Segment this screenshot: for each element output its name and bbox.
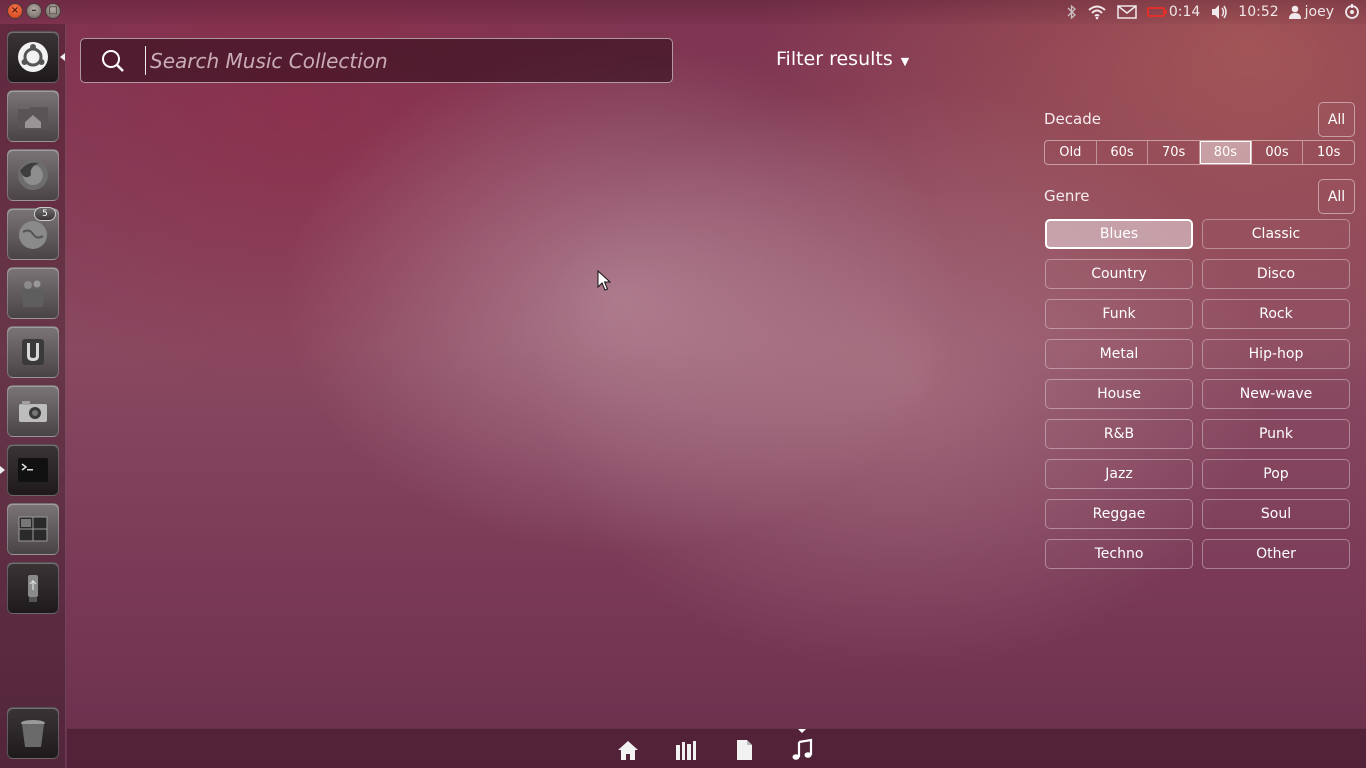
search-bar [80,38,673,83]
decade-all-button[interactable]: All [1318,102,1355,137]
battery-indicator[interactable]: 0:14 [1146,4,1201,20]
chevron-down-icon: ▼ [900,54,910,68]
decade-selector: Old 60s 70s 80s 00s 10s [1044,140,1355,165]
music-lens-icon[interactable] [789,737,815,763]
decade-title: Decade [1044,110,1101,128]
genre-option-selected[interactable]: Blues [1045,219,1193,249]
genre-option[interactable]: Reggae [1045,499,1193,529]
launcher-ubuntu-one[interactable] [7,326,59,378]
home-lens-icon[interactable] [615,737,641,763]
close-icon[interactable]: × [7,3,23,19]
system-tray: 0:14 10:52 joey [1067,0,1360,24]
session-icon[interactable] [1344,0,1360,24]
launcher-cheese[interactable] [7,385,59,437]
decade-option-selected[interactable]: 80s [1200,141,1252,164]
user-menu[interactable]: joey [1288,4,1334,20]
minimize-icon[interactable]: – [26,3,42,19]
volume-icon[interactable] [1210,0,1228,24]
firefox-icon [18,160,48,190]
genre-option[interactable]: R&B [1045,419,1193,449]
launcher-dash-home[interactable] [7,31,59,83]
decade-option[interactable]: Old [1045,141,1097,164]
top-panel: × – □ 0:14 10:52 joey [0,0,1366,24]
genre-option[interactable]: Metal [1045,339,1193,369]
launcher-terminal[interactable] [7,444,59,496]
active-lens-marker [798,729,806,733]
trash-icon [21,720,45,747]
genre-all-button[interactable]: All [1318,179,1355,214]
battery-icon [1146,7,1167,17]
maximize-icon[interactable]: □ [45,3,61,19]
genre-option[interactable]: Pop [1202,459,1350,489]
decade-option[interactable]: 70s [1148,141,1201,164]
genre-title: Genre [1044,187,1090,205]
ubuntu-logo-icon [18,42,48,72]
search-input[interactable] [145,46,672,75]
launcher-usb-drive[interactable] [7,562,59,614]
wifi-icon[interactable] [1087,0,1107,24]
clock[interactable]: 10:52 [1238,4,1278,20]
genre-option[interactable]: Disco [1202,259,1350,289]
mail-icon[interactable] [1117,0,1137,24]
launcher-firefox[interactable] [7,149,59,201]
genre-option[interactable]: Rock [1202,299,1350,329]
decade-option[interactable]: 00s [1252,141,1304,164]
running-indicator [0,466,5,474]
workspace-switcher-icon [18,516,48,542]
genre-grid: Blues Classic Country Disco Funk Rock Me… [1045,219,1351,569]
genre-option[interactable]: Funk [1045,299,1193,329]
genre-option[interactable]: Jazz [1045,459,1193,489]
ubuntu-one-icon [22,339,44,365]
chat-globe-icon [19,221,47,249]
genre-option[interactable]: Classic [1202,219,1350,249]
terminal-icon [18,458,48,482]
battery-time: 0:14 [1168,4,1201,20]
files-lens-icon[interactable] [731,737,757,763]
notification-badge: 5 [34,207,56,221]
genre-option[interactable]: Hip-hop [1202,339,1350,369]
lens-bar [67,728,1366,768]
applications-lens-icon[interactable] [673,737,699,763]
active-indicator [60,53,65,61]
filter-results-label: Filter results [776,48,893,70]
decade-option[interactable]: 60s [1097,141,1149,164]
launcher-trash[interactable] [7,707,59,759]
launcher: 5 [0,24,66,768]
genre-option[interactable]: Techno [1045,539,1193,569]
shopping-bag-icon [21,280,45,307]
user-name: joey [1304,4,1334,20]
genre-option[interactable]: House [1045,379,1193,409]
genre-option[interactable]: Punk [1202,419,1350,449]
genre-option[interactable]: Other [1202,539,1350,569]
camera-icon [19,401,47,422]
usb-drive-icon [28,575,38,602]
decade-option[interactable]: 10s [1303,141,1354,164]
launcher-empathy[interactable]: 5 [7,207,59,260]
bluetooth-icon[interactable] [1067,0,1077,24]
folder-home-icon [18,104,48,129]
filter-results-toggle[interactable]: Filter results ▼ [776,48,909,70]
launcher-home-folder[interactable] [7,90,59,142]
genre-option[interactable]: New-wave [1202,379,1350,409]
window-controls: × – □ [7,3,61,19]
user-icon [1288,5,1301,19]
genre-option[interactable]: Country [1045,259,1193,289]
launcher-software-center[interactable] [7,267,59,319]
genre-option[interactable]: Soul [1202,499,1350,529]
launcher-workspaces[interactable] [7,503,59,555]
mouse-cursor-icon [597,269,612,296]
search-icon [81,48,145,74]
